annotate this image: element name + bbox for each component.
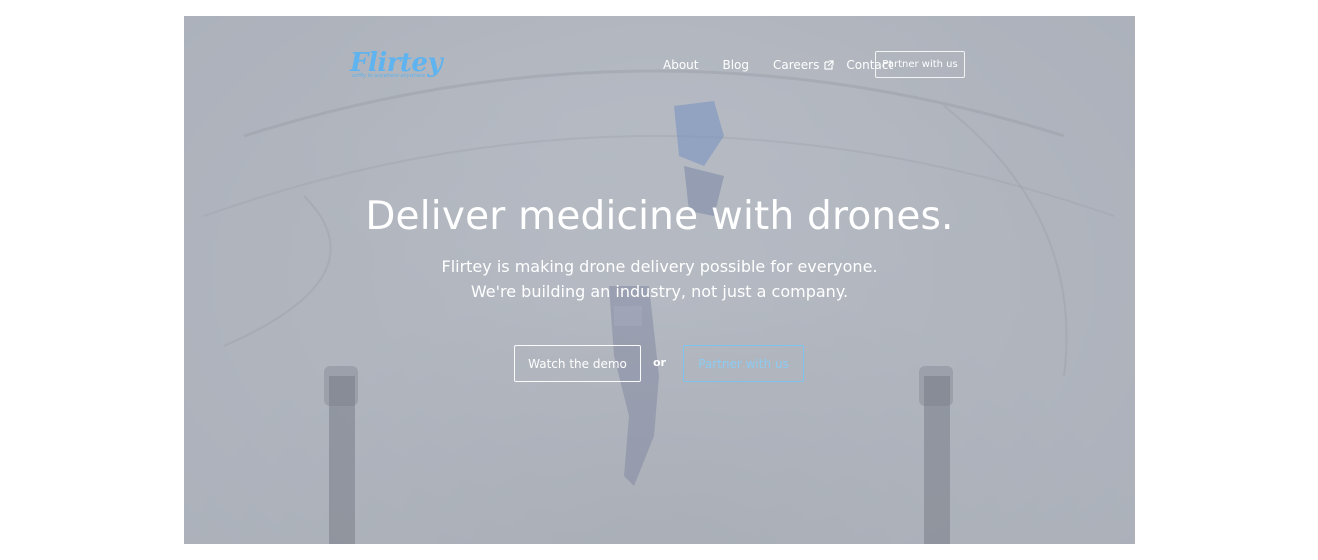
nav-link-blog[interactable]: Blog (722, 58, 749, 72)
flirtey-logo[interactable]: Flirtey ooffly to anywhere anywhere (350, 48, 443, 82)
nav-link-careers-label: Careers (773, 58, 820, 72)
nav-link-careers[interactable]: Careers (773, 58, 834, 72)
hero-partner-button[interactable]: Partner with us (683, 345, 804, 382)
hero-section: Flirtey ooffly to anywhere anywhere Abou… (184, 16, 1135, 544)
or-separator: or (653, 356, 666, 369)
logo-tagline: ooffly to anywhere anywhere (352, 73, 426, 79)
external-link-icon (824, 60, 834, 70)
watch-demo-button[interactable]: Watch the demo (514, 345, 641, 382)
hero-headline: Deliver medicine with drones. (365, 194, 954, 239)
nav-partner-button[interactable]: Partner with us (875, 51, 965, 78)
nav-link-about[interactable]: About (663, 58, 698, 72)
hero-subtitle-line1: Flirtey is making drone delivery possibl… (441, 257, 878, 276)
hero-content: Flirtey ooffly to anywhere anywhere Abou… (184, 16, 1135, 544)
hero-subtitle-line2: We're building an industry, not just a c… (470, 282, 849, 301)
